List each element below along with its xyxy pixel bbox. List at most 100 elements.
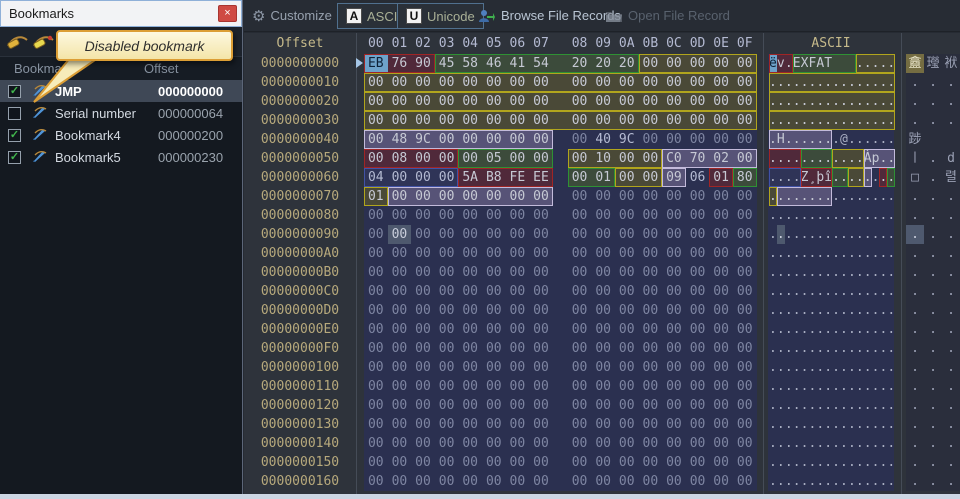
ascii-char-cell[interactable]: .: [769, 396, 777, 415]
hex-byte-cell[interactable]: 00: [662, 282, 686, 301]
ascii-char-cell[interactable]: .: [832, 396, 840, 415]
ascii-char-cell[interactable]: .: [785, 206, 793, 225]
hex-byte-cell[interactable]: 00: [411, 149, 435, 168]
hex-byte-cell[interactable]: 00: [529, 187, 553, 206]
hex-byte-cell[interactable]: 00: [506, 244, 530, 263]
unicode-area[interactable]: ...: [906, 320, 960, 339]
hex-byte-area[interactable]: 00489C000000000000409C0000000000: [364, 130, 757, 149]
unicode-char-cell[interactable]: .: [906, 187, 924, 206]
ascii-char-cell[interactable]: .: [848, 301, 856, 320]
hex-byte-cell[interactable]: 00: [388, 453, 412, 472]
unicode-area[interactable]: ...: [906, 301, 960, 320]
hex-byte-cell[interactable]: C0: [662, 149, 686, 168]
hex-byte-cell[interactable]: 9C: [615, 130, 639, 149]
ascii-char-cell[interactable]: .: [872, 130, 880, 149]
hex-byte-cell[interactable]: 00: [709, 339, 733, 358]
unicode-char-cell[interactable]: .: [924, 187, 942, 206]
hex-byte-cell[interactable]: 06: [686, 168, 710, 187]
ascii-char-cell[interactable]: .: [793, 358, 801, 377]
hex-byte-area[interactable]: 00000000000000000000000000000000: [364, 206, 757, 225]
ascii-char-cell[interactable]: .: [808, 358, 816, 377]
ascii-char-cell[interactable]: .: [879, 130, 887, 149]
ascii-char-cell[interactable]: .: [777, 149, 785, 168]
ascii-char-cell[interactable]: .: [832, 225, 840, 244]
hex-byte-cell[interactable]: 00: [388, 396, 412, 415]
hex-byte-cell[interactable]: 00: [482, 263, 506, 282]
ascii-char-cell[interactable]: .: [769, 92, 777, 111]
bookmark-checkbox-checked[interactable]: ✓: [8, 129, 21, 142]
hex-byte-cell[interactable]: 9C: [411, 130, 435, 149]
hex-byte-cell[interactable]: 00: [411, 225, 435, 244]
ascii-char-cell[interactable]: .: [808, 415, 816, 434]
unicode-char-cell[interactable]: .: [906, 434, 924, 453]
ascii-char-cell[interactable]: .: [801, 111, 809, 130]
ascii-char-cell[interactable]: .: [801, 225, 809, 244]
hex-byte-cell[interactable]: 00: [662, 111, 686, 130]
hex-byte-cell[interactable]: 00: [506, 453, 530, 472]
hex-byte-cell[interactable]: 00: [568, 263, 592, 282]
hex-byte-cell[interactable]: 00: [709, 358, 733, 377]
ascii-char-cell[interactable]: ¸: [808, 168, 816, 187]
ascii-char-cell[interactable]: .: [879, 396, 887, 415]
hex-byte-cell[interactable]: 00: [662, 434, 686, 453]
unicode-char-cell[interactable]: .: [906, 415, 924, 434]
ascii-char-cell[interactable]: .: [793, 187, 801, 206]
hex-byte-cell[interactable]: 00: [568, 149, 592, 168]
ascii-char-cell[interactable]: .: [840, 301, 848, 320]
hex-byte-cell[interactable]: 00: [733, 130, 757, 149]
hex-byte-cell[interactable]: 00: [435, 358, 459, 377]
hex-byte-cell[interactable]: 00: [458, 244, 482, 263]
hex-byte-cell[interactable]: 00: [458, 130, 482, 149]
hex-byte-cell[interactable]: 80: [733, 168, 757, 187]
ascii-char-cell[interactable]: .: [785, 472, 793, 491]
hex-byte-area[interactable]: 00000000000000000000000000000000: [364, 453, 757, 472]
unicode-char-cell[interactable]: .: [906, 92, 924, 111]
ascii-char-cell[interactable]: .: [785, 453, 793, 472]
ascii-char-cell[interactable]: .: [856, 453, 864, 472]
hex-byte-cell[interactable]: 00: [568, 301, 592, 320]
hex-byte-cell[interactable]: 00: [388, 206, 412, 225]
ascii-char-cell[interactable]: .: [777, 187, 785, 206]
ascii-char-cell[interactable]: .: [801, 149, 809, 168]
offset-column-header[interactable]: Offset: [144, 61, 178, 76]
ascii-char-cell[interactable]: .: [856, 168, 864, 187]
hex-byte-area[interactable]: 00000000000000000000000000000000: [364, 111, 757, 130]
ascii-char-cell[interactable]: .: [769, 282, 777, 301]
hex-byte-cell[interactable]: 00: [411, 244, 435, 263]
hex-byte-cell[interactable]: 00: [435, 73, 459, 92]
ascii-char-cell[interactable]: .: [793, 453, 801, 472]
ascii-char-cell[interactable]: .: [808, 111, 816, 130]
ascii-char-cell[interactable]: .: [808, 263, 816, 282]
bookmark-checkbox-unchecked[interactable]: [8, 107, 21, 120]
hex-byte-cell[interactable]: 48: [388, 130, 412, 149]
hex-byte-cell[interactable]: 00: [506, 187, 530, 206]
ascii-char-cell[interactable]: .: [832, 263, 840, 282]
ascii-char-cell[interactable]: .: [864, 434, 872, 453]
hex-byte-cell[interactable]: FE: [506, 168, 530, 187]
ascii-char-cell[interactable]: .: [816, 358, 824, 377]
hex-byte-cell[interactable]: 00: [388, 73, 412, 92]
hex-byte-cell[interactable]: 00: [662, 320, 686, 339]
ascii-char-cell[interactable]: .: [793, 130, 801, 149]
hex-byte-cell[interactable]: 00: [686, 130, 710, 149]
hex-byte-cell[interactable]: 00: [388, 415, 412, 434]
ascii-char-cell[interactable]: .: [832, 130, 840, 149]
ascii-char-cell[interactable]: .: [816, 453, 824, 472]
unicode-char-cell[interactable]: .: [942, 282, 960, 301]
ascii-char-cell[interactable]: .: [864, 168, 872, 187]
hex-byte-cell[interactable]: 00: [686, 244, 710, 263]
ascii-char-cell[interactable]: .: [785, 244, 793, 263]
ascii-char-cell[interactable]: .: [769, 472, 777, 491]
hex-byte-cell[interactable]: 00: [615, 187, 639, 206]
ascii-char-cell[interactable]: .: [777, 282, 785, 301]
hex-byte-cell[interactable]: 00: [435, 301, 459, 320]
ascii-char-cell[interactable]: .: [801, 187, 809, 206]
ascii-char-cell[interactable]: .: [808, 130, 816, 149]
ascii-char-cell[interactable]: .: [879, 111, 887, 130]
ascii-char-cell[interactable]: .: [832, 149, 840, 168]
unicode-char-cell[interactable]: .: [906, 282, 924, 301]
hex-byte-cell[interactable]: 00: [639, 377, 663, 396]
hex-byte-cell[interactable]: 00: [733, 263, 757, 282]
ascii-char-cell[interactable]: .: [872, 377, 880, 396]
hex-byte-cell[interactable]: 00: [615, 225, 639, 244]
